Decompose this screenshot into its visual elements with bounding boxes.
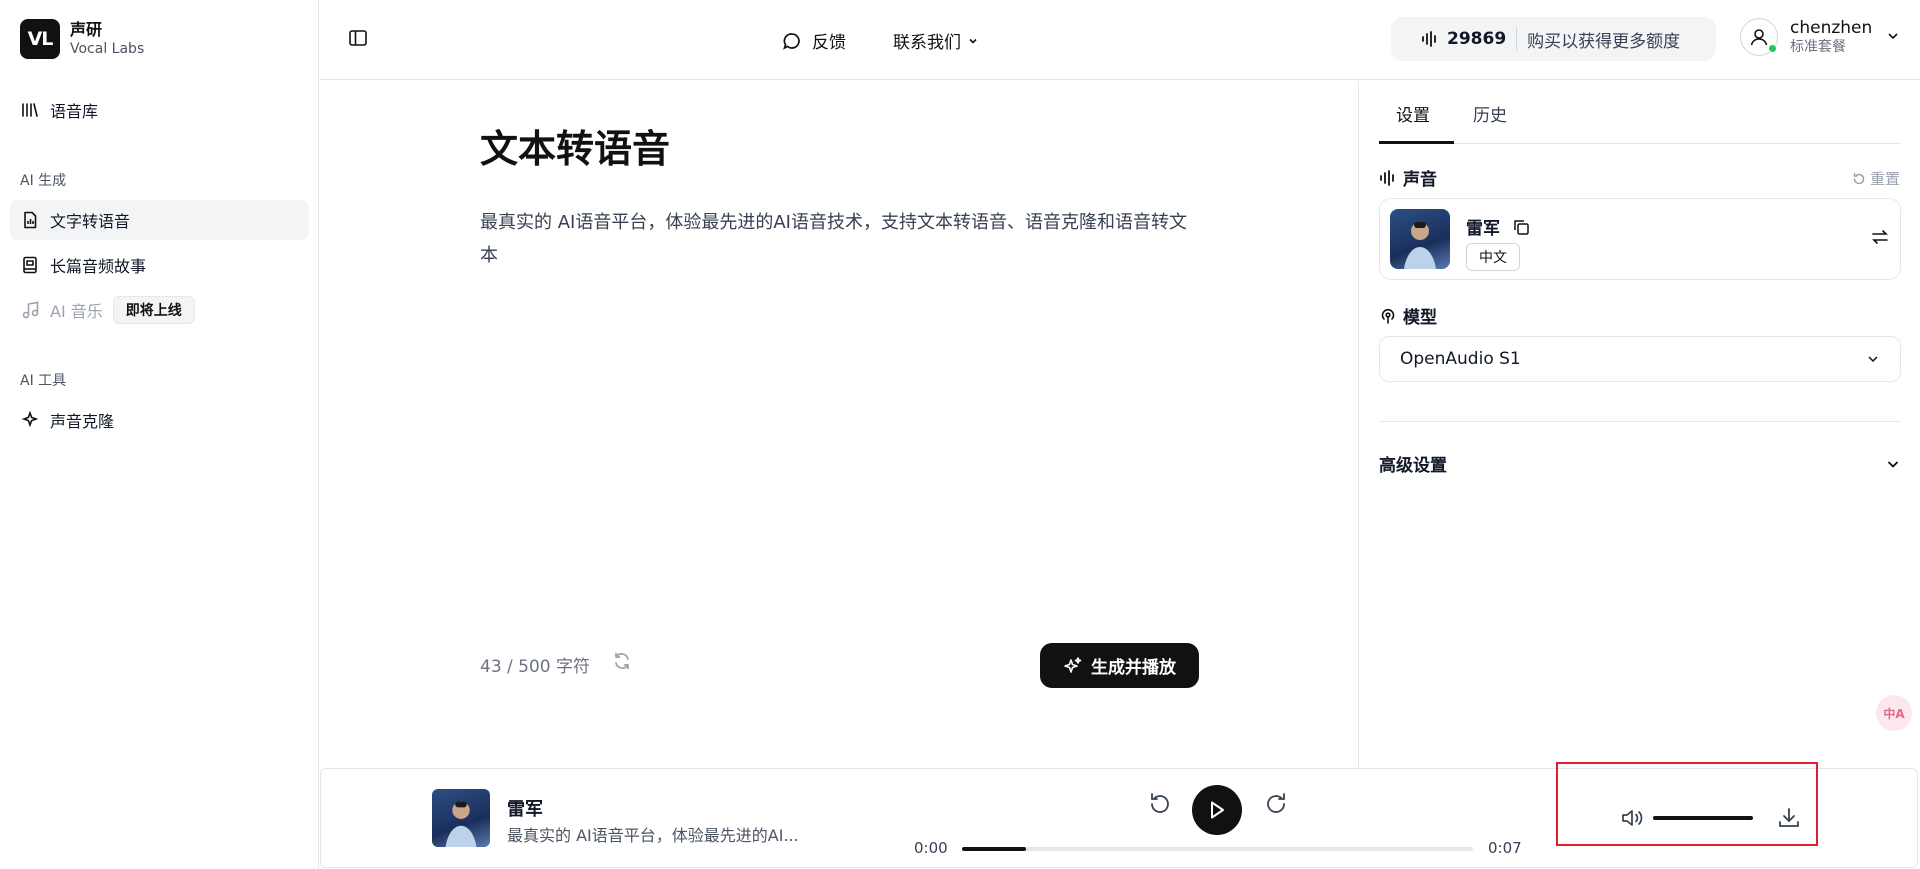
volume-icon[interactable] <box>1620 807 1644 833</box>
credits-divider <box>1516 27 1518 51</box>
sidebar-item-music[interactable]: AI 音乐 即将上线 <box>10 290 309 330</box>
volume-slider[interactable] <box>1653 816 1753 820</box>
chat-bubble-icon <box>782 31 802 51</box>
advanced-settings-toggle[interactable]: 高级设置 <box>1379 451 1901 476</box>
audio-player: 雷军 最真实的 AI语音平台，体验最先进的AI... 0:00 0:07 <box>320 768 1918 868</box>
model-heading-label: 模型 <box>1403 308 1437 328</box>
page-title: 文本转语音 <box>480 127 671 171</box>
credits-box[interactable]: 29869 购买以获得更多额度 <box>1391 17 1716 61</box>
waveform-icon <box>1421 31 1439 47</box>
library-icon <box>20 100 40 120</box>
sidebar-item-label: 声音克隆 <box>50 412 115 431</box>
contact-us-dropdown[interactable]: 联系我们 <box>893 28 979 53</box>
buy-credits-link[interactable]: 购买以获得更多额度 <box>1527 27 1680 52</box>
tab-settings[interactable]: 设置 <box>1396 101 1430 126</box>
editor-area: 文本转语音 最真实的 AI语音平台，体验最先进的AI语音技术，支持文本转语音、语… <box>320 81 1358 768</box>
advanced-settings-label: 高级设置 <box>1379 456 1447 476</box>
copy-icon[interactable] <box>1512 218 1530 236</box>
sidebar-item-story[interactable]: 长篇音频故事 <box>10 245 309 285</box>
progress-fill <box>962 847 1026 851</box>
total-time: 0:07 <box>1488 839 1522 857</box>
rewind-icon[interactable] <box>1145 789 1175 819</box>
avatar <box>1740 18 1778 57</box>
voice-heading-label: 声音 <box>1403 170 1437 190</box>
top-header: 反馈 联系我们 29869 购买以获得更多额度 chenzhen 标准套餐 <box>320 0 1920 80</box>
section-divider <box>1379 421 1901 422</box>
current-time: 0:00 <box>914 839 948 857</box>
translate-icon[interactable]: 中A <box>1876 695 1912 731</box>
panel-tabs: 设置 历史 <box>1379 81 1901 144</box>
active-tab-indicator <box>1379 141 1454 144</box>
sidebar-item-library[interactable]: 语音库 <box>10 90 309 130</box>
voice-section-heading: 声音 <box>1379 165 1437 190</box>
sidebar-item-label: 文字转语音 <box>50 212 131 231</box>
brand-name: 声研 <box>70 20 103 39</box>
online-status-dot <box>1768 44 1777 54</box>
sidebar-item-label: 长篇音频故事 <box>50 257 147 276</box>
voice-card[interactable]: 雷军 中文 <box>1379 198 1901 280</box>
sparkle-icon <box>1063 656 1083 676</box>
reset-button[interactable]: 重置 <box>1852 168 1900 189</box>
voice-name: 雷军 <box>1466 214 1530 239</box>
sidebar-toggle-icon[interactable] <box>348 28 370 50</box>
chevron-down-icon <box>1885 456 1901 472</box>
voice-language-tag: 中文 <box>1466 243 1520 271</box>
sidebar-item-label: 语音库 <box>50 102 99 121</box>
reset-label: 重置 <box>1869 170 1900 188</box>
tab-history[interactable]: 历史 <box>1473 101 1507 126</box>
document-audio-icon <box>20 210 40 230</box>
sidebar-item-label: AI 音乐 <box>50 302 103 321</box>
sidebar-item-clone[interactable]: 声音克隆 <box>10 400 309 440</box>
sparkle-icon <box>20 410 40 430</box>
music-note-icon <box>20 300 40 320</box>
model-selected-value: OpenAudio S1 <box>1400 349 1521 369</box>
coming-soon-badge: 即将上线 <box>112 296 195 324</box>
refresh-icon[interactable] <box>612 651 632 675</box>
voice-name-label: 雷军 <box>1466 219 1500 239</box>
model-section-heading: 模型 <box>1379 303 1437 328</box>
forward-icon[interactable] <box>1261 789 1291 819</box>
credits-count: 29869 <box>1447 29 1507 49</box>
generate-play-button[interactable]: 生成并播放 <box>1040 643 1199 688</box>
user-menu[interactable]: chenzhen 标准套餐 <box>1740 18 1900 57</box>
play-button[interactable] <box>1192 785 1242 835</box>
char-counter: 43 / 500 字符 <box>480 657 591 677</box>
download-icon[interactable] <box>1777 806 1801 834</box>
brand[interactable]: VL 声研 Vocal Labs <box>20 19 144 59</box>
sidebar: VL 声研 Vocal Labs 语音库 AI 生成 文字转语音 长篇音频故事 … <box>0 0 319 869</box>
settings-panel: 设置 历史 声音 重置 雷军 中文 模型 OpenAudio S1 高级设置 <box>1358 81 1920 768</box>
chevron-down-icon <box>1886 28 1900 47</box>
book-icon <box>20 255 40 275</box>
voice-avatar <box>1390 209 1450 269</box>
progress-bar[interactable] <box>962 847 1473 851</box>
waveform-icon <box>1379 169 1397 186</box>
brand-subtitle: Vocal Labs <box>70 41 145 58</box>
contact-label: 联系我们 <box>893 33 961 53</box>
username: chenzhen <box>1790 18 1873 38</box>
chevron-down-icon <box>967 35 979 47</box>
player-text-preview: 最真实的 AI语音平台，体验最先进的AI... <box>507 826 799 845</box>
text-input-area[interactable]: 最真实的 AI语音平台，体验最先进的AI语音技术，支持文本转语音、语音克隆和语音… <box>480 206 1200 272</box>
sidebar-item-tts[interactable]: 文字转语音 <box>10 200 309 240</box>
nav-group-ai-tools: AI 工具 <box>20 373 67 389</box>
undo-icon <box>1852 172 1866 186</box>
user-plan: 标准套餐 <box>1790 39 1846 56</box>
model-select[interactable]: OpenAudio S1 <box>1379 336 1901 382</box>
nav-group-ai-gen: AI 生成 <box>20 173 67 189</box>
player-avatar <box>432 789 490 847</box>
generate-label: 生成并播放 <box>1091 658 1176 678</box>
podcast-icon <box>1379 307 1397 325</box>
logo: VL <box>20 19 60 59</box>
feedback-label: 反馈 <box>812 33 846 53</box>
chevron-down-icon <box>1866 352 1880 366</box>
player-voice-name: 雷军 <box>507 799 543 820</box>
feedback-button[interactable]: 反馈 <box>782 28 846 53</box>
swap-voice-icon[interactable] <box>1870 227 1890 251</box>
